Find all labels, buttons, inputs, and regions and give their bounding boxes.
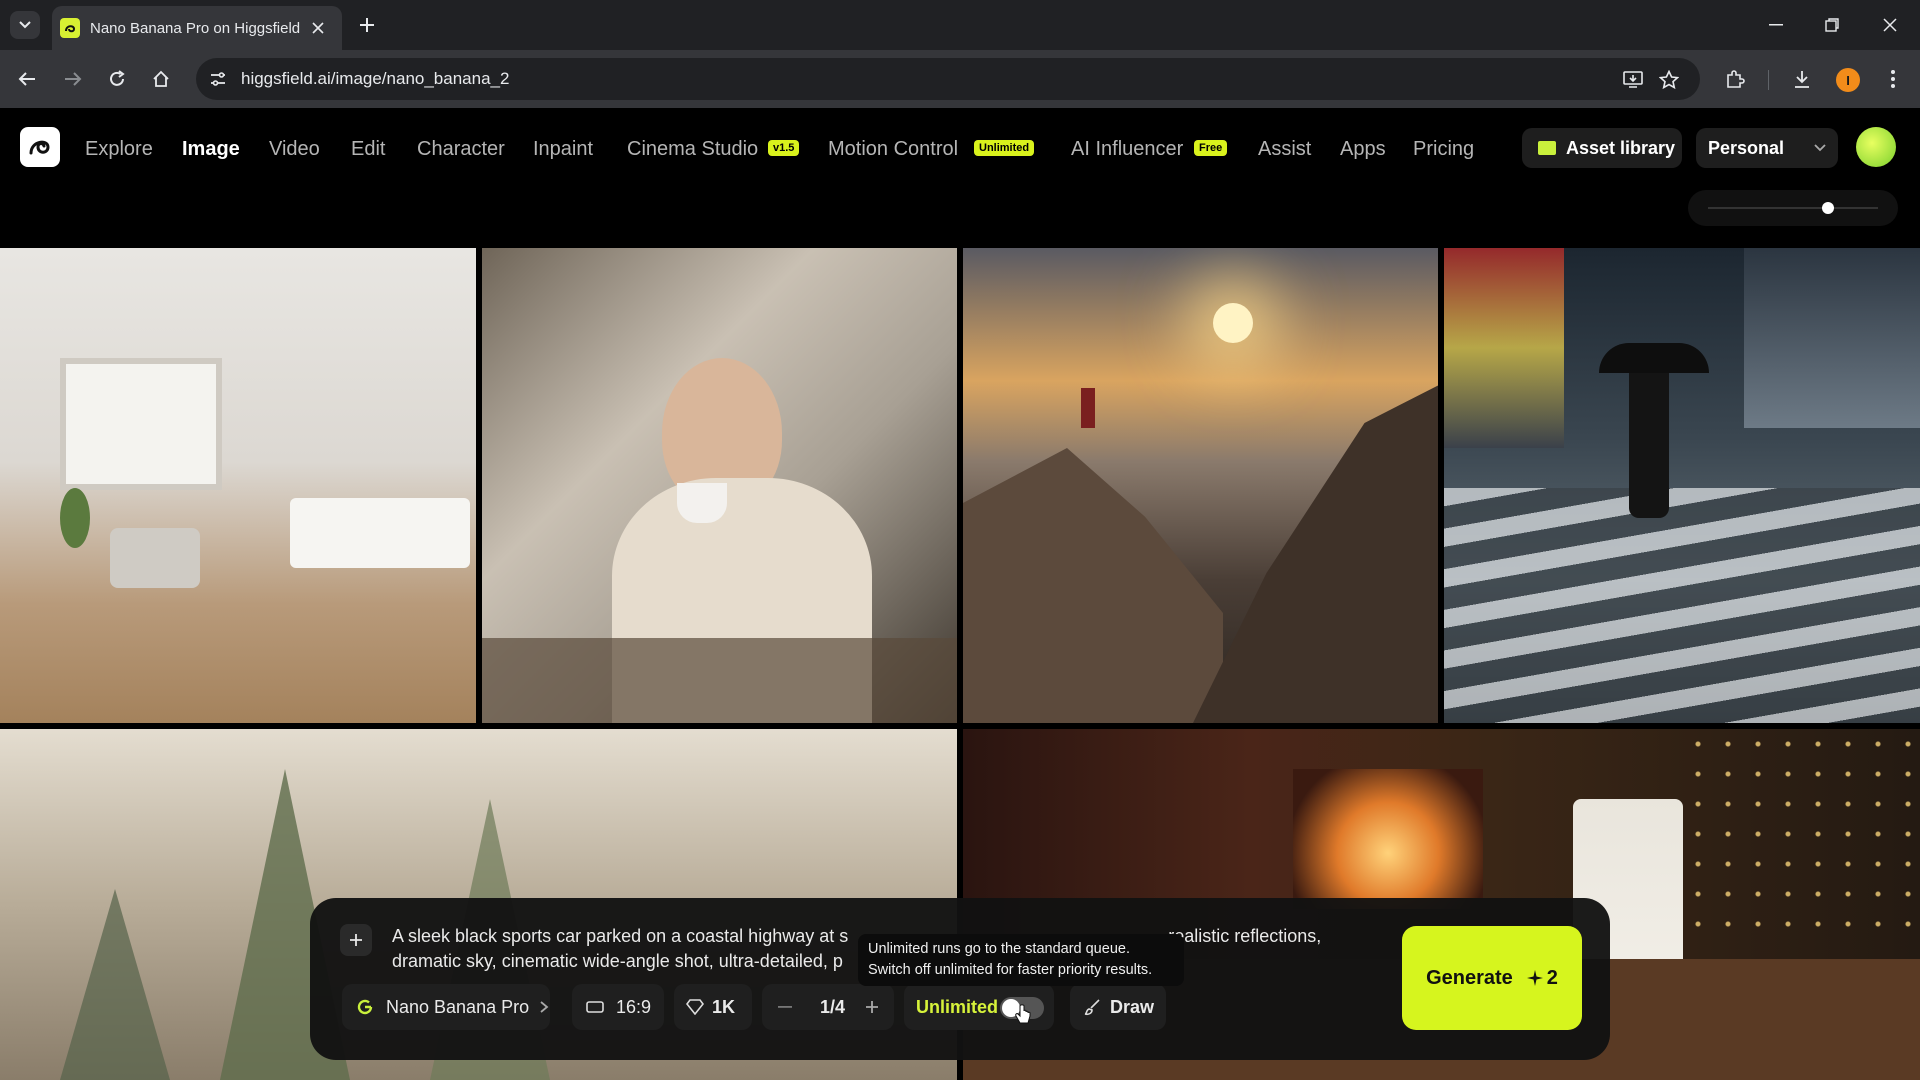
cinema-studio-version-badge: v1.5 bbox=[768, 140, 800, 156]
browser-profile-avatar[interactable]: I bbox=[1836, 68, 1860, 92]
prompt-text-line2: dramatic sky, cinematic wide-angle shot,… bbox=[392, 951, 843, 971]
browser-tabstrip: Nano Banana Pro on Higgsfield bbox=[0, 0, 1920, 50]
tooltip-line2: Switch off unlimited for faster priority… bbox=[868, 962, 1153, 978]
asset-library-button[interactable]: Asset library bbox=[1522, 128, 1682, 168]
nav-apps[interactable]: Apps bbox=[1340, 138, 1386, 161]
sparkle-icon bbox=[1526, 970, 1543, 986]
puzzle-icon bbox=[1727, 70, 1745, 88]
chevron-right-icon bbox=[540, 1001, 549, 1013]
minimize-window-button[interactable] bbox=[1758, 12, 1794, 38]
plus-icon bbox=[866, 1001, 879, 1013]
grid-size-slider[interactable] bbox=[1688, 190, 1898, 226]
browser-menu-button[interactable] bbox=[1880, 66, 1906, 92]
nav-explore[interactable]: Explore bbox=[85, 138, 153, 161]
image-count-label: 1/4 bbox=[820, 996, 846, 1017]
aspect-ratio-label: 16:9 bbox=[616, 996, 652, 1017]
unlimited-label: Unlimited bbox=[916, 996, 999, 1017]
nav-ai-influencer[interactable]: AI Influencer bbox=[1071, 138, 1183, 161]
restore-icon bbox=[1825, 18, 1839, 32]
site-header: Explore Image Video Edit Character Inpai… bbox=[0, 108, 1920, 248]
workspace-selector[interactable]: Personal bbox=[1696, 128, 1838, 168]
install-app-icon[interactable] bbox=[1622, 69, 1644, 91]
generate-button[interactable]: Generate 2 bbox=[1402, 926, 1582, 1030]
hand-cursor-icon bbox=[1015, 1004, 1031, 1024]
chevron-down-icon bbox=[19, 21, 31, 29]
generate-cost: 2 bbox=[1546, 966, 1558, 989]
nav-pricing[interactable]: Pricing bbox=[1413, 138, 1474, 161]
diamond-icon bbox=[686, 999, 704, 1015]
plus-icon bbox=[360, 18, 374, 32]
asset-library-label: Asset library bbox=[1566, 137, 1676, 158]
new-tab-button[interactable] bbox=[355, 13, 379, 37]
extensions-button[interactable] bbox=[1722, 66, 1748, 92]
minus-icon bbox=[778, 1006, 792, 1008]
gallery-image-woman-coffee[interactable] bbox=[482, 248, 957, 723]
downloads-button[interactable] bbox=[1789, 66, 1815, 92]
nav-cinema-studio[interactable]: Cinema Studio bbox=[627, 138, 758, 161]
aspect-ratio-icon bbox=[586, 1001, 604, 1013]
download-icon bbox=[1795, 71, 1809, 88]
gallery-image-mountain-hiker[interactable] bbox=[963, 248, 1438, 723]
user-avatar[interactable] bbox=[1856, 127, 1896, 167]
close-icon[interactable] bbox=[310, 20, 326, 36]
image-count-stepper[interactable]: 1/4 bbox=[762, 984, 894, 1030]
home-button[interactable] bbox=[148, 66, 174, 92]
folder-icon bbox=[1538, 141, 1556, 155]
aspect-ratio-selector[interactable]: 16:9 bbox=[572, 984, 664, 1030]
draw-button[interactable]: Draw bbox=[1070, 984, 1166, 1030]
nav-image[interactable]: Image bbox=[182, 138, 240, 161]
higgsfield-favicon-icon bbox=[60, 18, 80, 38]
address-bar[interactable]: higgsfield.ai/image/nano_banana_2 bbox=[196, 58, 1700, 100]
draw-label: Draw bbox=[1110, 996, 1155, 1017]
tab-title: Nano Banana Pro on Higgsfield bbox=[90, 19, 300, 37]
add-reference-button[interactable] bbox=[340, 924, 372, 956]
prompt-text-line1: A sleek black sports car parked on a coa… bbox=[392, 926, 849, 946]
nav-inpaint[interactable]: Inpaint bbox=[533, 138, 593, 161]
model-selector[interactable]: Nano Banana Pro bbox=[342, 984, 550, 1030]
bookmark-star-icon[interactable] bbox=[1658, 69, 1680, 91]
unlimited-tooltip: Unlimited runs go to the standard queue.… bbox=[858, 934, 1184, 986]
generate-label: Generate bbox=[1426, 966, 1513, 989]
nav-edit[interactable]: Edit bbox=[351, 138, 385, 161]
resolution-label: 1K bbox=[712, 996, 736, 1017]
resolution-selector[interactable]: 1K bbox=[674, 984, 752, 1030]
higgsfield-logo-icon[interactable] bbox=[20, 127, 60, 167]
nav-motion-control[interactable]: Motion Control bbox=[828, 138, 958, 161]
browser-tab[interactable]: Nano Banana Pro on Higgsfield bbox=[52, 6, 342, 50]
forward-arrow-icon bbox=[65, 72, 82, 86]
brush-icon bbox=[1084, 999, 1100, 1016]
ai-influencer-free-badge: Free bbox=[1194, 140, 1228, 156]
close-icon bbox=[1883, 18, 1897, 32]
nav-video[interactable]: Video bbox=[269, 138, 320, 161]
nav-assist[interactable]: Assist bbox=[1258, 138, 1311, 161]
site-settings-icon bbox=[211, 72, 225, 86]
tab-search-button[interactable] bbox=[10, 11, 40, 39]
workspace-label: Personal bbox=[1708, 138, 1785, 158]
motion-control-unlimited-badge: Unlimited bbox=[974, 140, 1035, 156]
slider-track bbox=[1708, 207, 1878, 209]
reload-button[interactable] bbox=[104, 66, 130, 92]
minimize-icon bbox=[1769, 24, 1783, 26]
back-button[interactable] bbox=[14, 66, 40, 92]
back-arrow-icon bbox=[18, 72, 35, 86]
forward-button[interactable] bbox=[60, 66, 86, 92]
close-window-button[interactable] bbox=[1872, 12, 1908, 38]
browser-toolbar: higgsfield.ai/image/nano_banana_2 bbox=[0, 50, 1920, 108]
toolbar-divider bbox=[1768, 70, 1769, 90]
model-label: Nano Banana Pro bbox=[386, 996, 530, 1017]
reload-icon bbox=[110, 70, 125, 86]
nav-character[interactable]: Character bbox=[417, 138, 505, 161]
restore-window-button[interactable] bbox=[1814, 12, 1850, 38]
home-icon bbox=[153, 70, 169, 87]
google-g-icon bbox=[357, 999, 373, 1015]
gallery-image-city-rain[interactable] bbox=[1444, 248, 1920, 723]
chevron-down-icon bbox=[1814, 144, 1826, 152]
prompt-text-line1-tail: realistic reflections, bbox=[1168, 926, 1322, 946]
url-text: higgsfield.ai/image/nano_banana_2 bbox=[241, 69, 510, 88]
plus-icon bbox=[350, 934, 362, 946]
tooltip-line1: Unlimited runs go to the standard queue. bbox=[868, 941, 1130, 957]
kebab-menu-icon bbox=[1891, 70, 1895, 88]
gallery-image-interior[interactable] bbox=[0, 248, 476, 723]
slider-knob[interactable] bbox=[1822, 202, 1834, 214]
